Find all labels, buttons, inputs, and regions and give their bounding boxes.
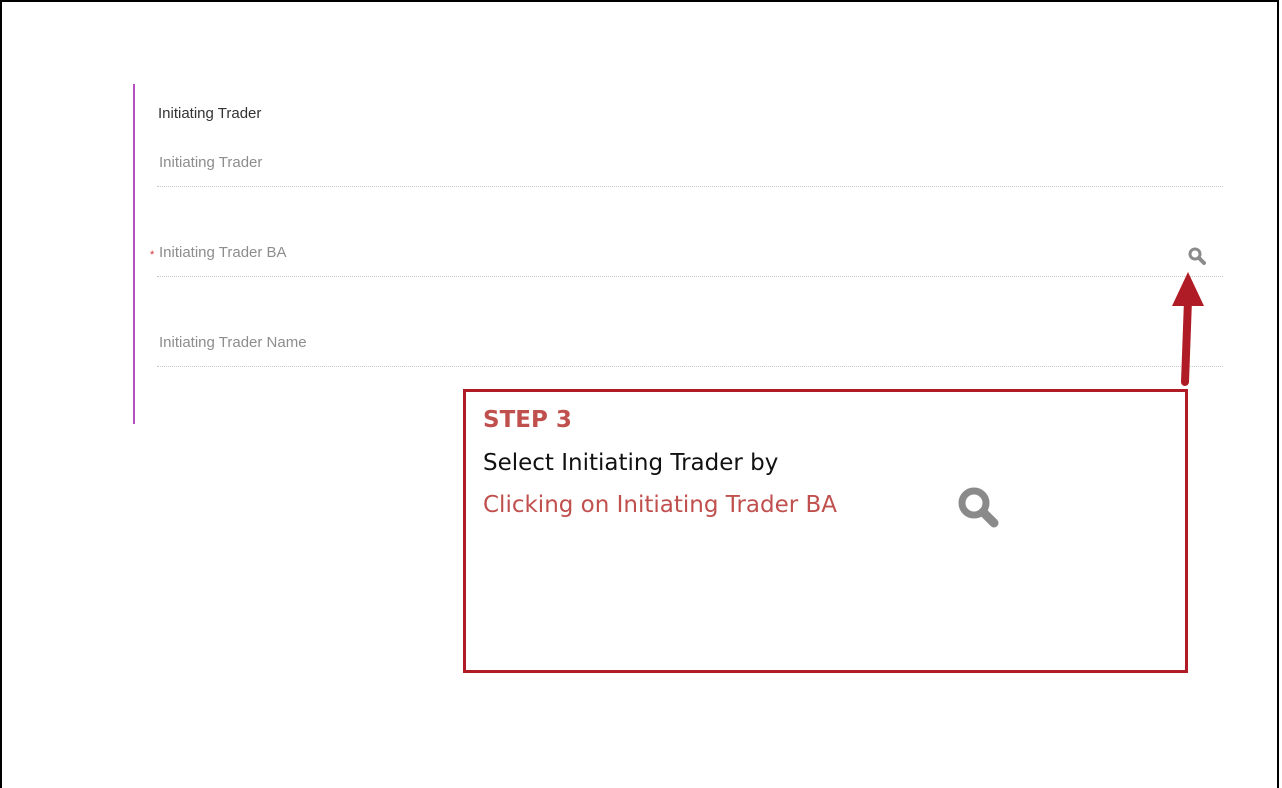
initiating-trader-ba-search-button[interactable] (1185, 244, 1209, 268)
initiating-trader-input[interactable] (159, 154, 1159, 171)
section-accent-bar (133, 84, 135, 424)
search-icon (958, 487, 999, 528)
section-title: Initiating Trader (158, 105, 262, 122)
initiating-trader-ba-field[interactable] (157, 240, 1223, 277)
required-marker: * (150, 249, 155, 261)
callout-instruction: Select Initiating Trader by (483, 450, 779, 476)
callout-step-label: STEP 3 (483, 407, 572, 433)
search-icon (1188, 247, 1206, 265)
callout-instruction-highlight: Clicking on Initiating Trader BA (483, 492, 838, 518)
step-callout-box: STEP 3 Select Initiating Trader by Click… (463, 389, 1188, 673)
initiating-trader-ba-input[interactable] (159, 244, 1159, 261)
annotation-arrow (1172, 272, 1204, 386)
initiating-trader-field[interactable] (157, 150, 1223, 187)
initiating-trader-name-field[interactable] (157, 330, 1223, 367)
initiating-trader-name-input[interactable] (159, 334, 1159, 351)
